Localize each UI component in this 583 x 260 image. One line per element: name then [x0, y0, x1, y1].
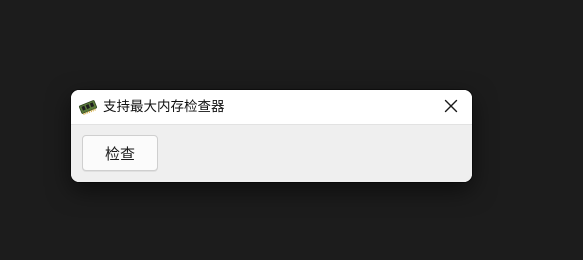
memory-chip-icon — [78, 98, 98, 116]
desktop-background: 支持最大内存检查器 检查 — [0, 0, 583, 260]
check-button[interactable]: 检查 — [82, 135, 158, 171]
close-icon — [444, 98, 458, 117]
memory-checker-window: 支持最大内存检查器 检查 — [71, 90, 472, 182]
window-titlebar[interactable]: 支持最大内存检查器 — [71, 90, 472, 125]
window-title: 支持最大内存检查器 — [103, 99, 225, 115]
window-client-area: 检查 — [71, 125, 472, 182]
close-button[interactable] — [430, 90, 472, 124]
